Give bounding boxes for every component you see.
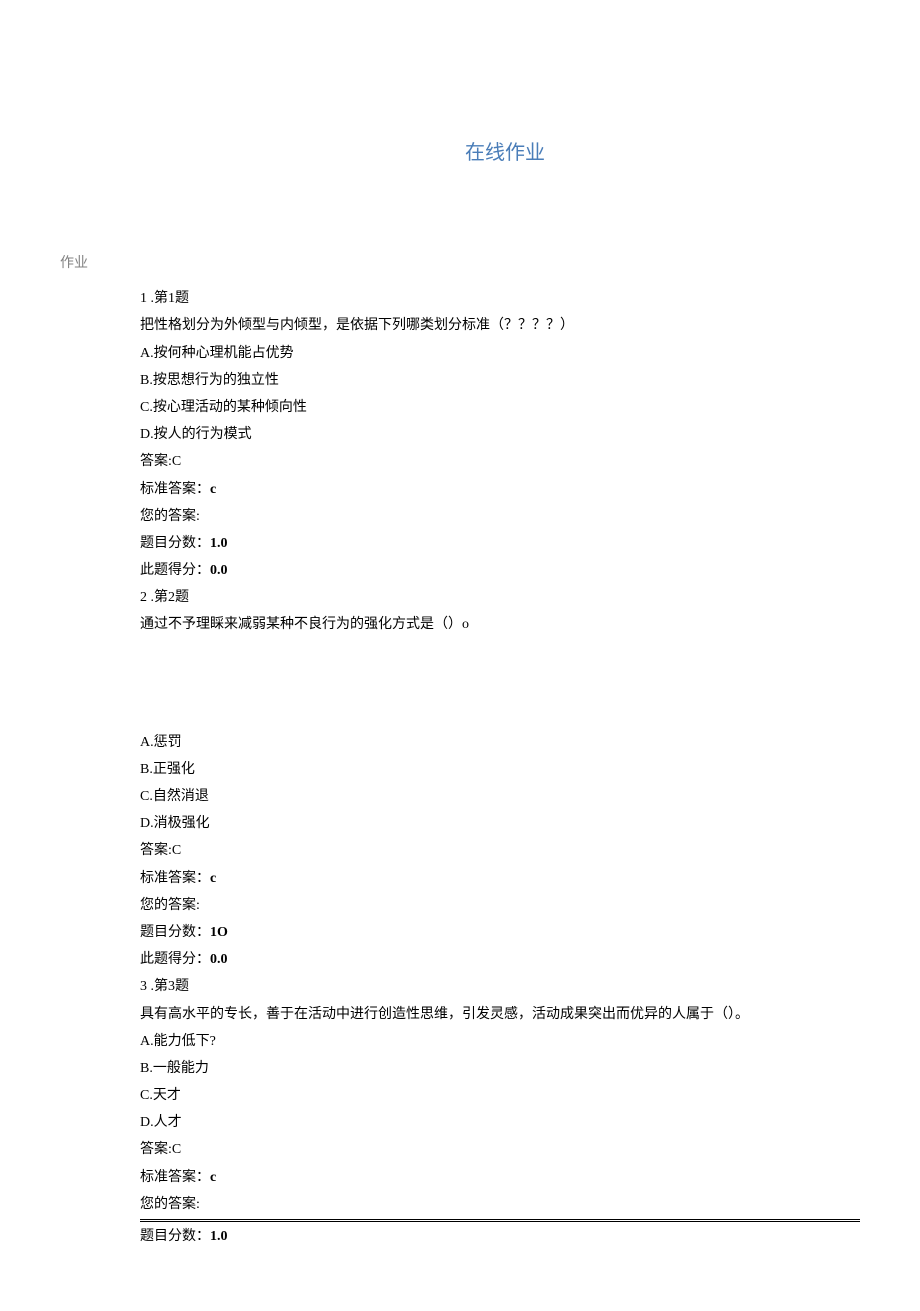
- q3-option-b: B.一般能力: [140, 1056, 860, 1081]
- q2-stem: 通过不予理睬来减弱某种不良行为的强化方式是（）o: [140, 612, 860, 637]
- divider-double: [140, 1219, 860, 1222]
- q3-score-value: 1.0: [210, 1229, 228, 1244]
- q2-your-answer: 您的答案:: [140, 893, 860, 918]
- q1-answer: 答案:C: [140, 449, 860, 474]
- section-label: 作业: [60, 251, 860, 276]
- q2-got-label: 此题得分：: [140, 952, 210, 967]
- q1-got-label: 此题得分：: [140, 563, 210, 578]
- q2-option-c: C.自然消退: [140, 784, 860, 809]
- q1-standard-answer: 标准答案：c: [140, 477, 860, 502]
- q1-number: 1 .第1题: [140, 286, 860, 311]
- q2-score: 题目分数：1O: [140, 920, 860, 945]
- q3-answer: 答案:C: [140, 1137, 860, 1162]
- q2-got-value: 0.0: [210, 952, 228, 967]
- q2-score-label: 题目分数：: [140, 925, 210, 940]
- page-container: 在线作业 作业 1 .第1题 把性格划分为外倾型与内倾型，是依据下列哪类划分标准…: [0, 0, 920, 1311]
- q2-answer: 答案:C: [140, 838, 860, 863]
- q1-stem: 把性格划分为外倾型与内倾型，是依据下列哪类划分标准（？？？？）: [140, 313, 860, 338]
- q3-number: 3 .第3题: [140, 974, 860, 999]
- q3-std-label: 标准答案：: [140, 1170, 210, 1185]
- q1-score-label: 题目分数：: [140, 536, 210, 551]
- q1-your-answer: 您的答案:: [140, 504, 860, 529]
- q2-std-label: 标准答案：: [140, 871, 210, 886]
- q1-option-a: A.按何种心理机能占优势: [140, 341, 860, 366]
- q2-option-b: B.正强化: [140, 757, 860, 782]
- q3-score: 题目分数：1.0: [140, 1224, 860, 1249]
- q3-option-c: C.天才: [140, 1083, 860, 1108]
- q1-score: 题目分数：1.0: [140, 531, 860, 556]
- q1-std-label: 标准答案：: [140, 482, 210, 497]
- q1-got: 此题得分：0.0: [140, 558, 860, 583]
- q2-option-d: D.消极强化: [140, 811, 860, 836]
- q1-option-b: B.按思想行为的独立性: [140, 368, 860, 393]
- q2-option-a: A.惩罚: [140, 730, 860, 755]
- q1-got-value: 0.0: [210, 563, 228, 578]
- q2-score-value: 1O: [210, 925, 228, 940]
- blank-gap: [140, 640, 860, 730]
- q1-std-value: c: [210, 482, 216, 497]
- q3-standard-answer: 标准答案：c: [140, 1165, 860, 1190]
- q2-number: 2 .第2题: [140, 585, 860, 610]
- q3-score-label: 题目分数：: [140, 1229, 210, 1244]
- q3-your-answer: 您的答案:: [140, 1192, 860, 1217]
- q3-option-d: D.人才: [140, 1110, 860, 1135]
- q2-standard-answer: 标准答案：c: [140, 866, 860, 891]
- q1-score-value: 1.0: [210, 536, 228, 551]
- q3-option-a: A.能力低下?: [140, 1029, 860, 1054]
- q2-got: 此题得分：0.0: [140, 947, 860, 972]
- page-title: 在线作业: [60, 135, 860, 171]
- q1-option-d: D.按人的行为模式: [140, 422, 860, 447]
- q1-option-c: C.按心理活动的某种倾向性: [140, 395, 860, 420]
- q2-std-value: c: [210, 871, 216, 886]
- q3-std-value: c: [210, 1170, 216, 1185]
- q3-stem: 具有高水平的专长，善于在活动中进行创造性思维，引发灵感，活动成果突出而优异的人属…: [140, 1002, 860, 1027]
- content-area: 1 .第1题 把性格划分为外倾型与内倾型，是依据下列哪类划分标准（？？？？） A…: [60, 286, 860, 1249]
